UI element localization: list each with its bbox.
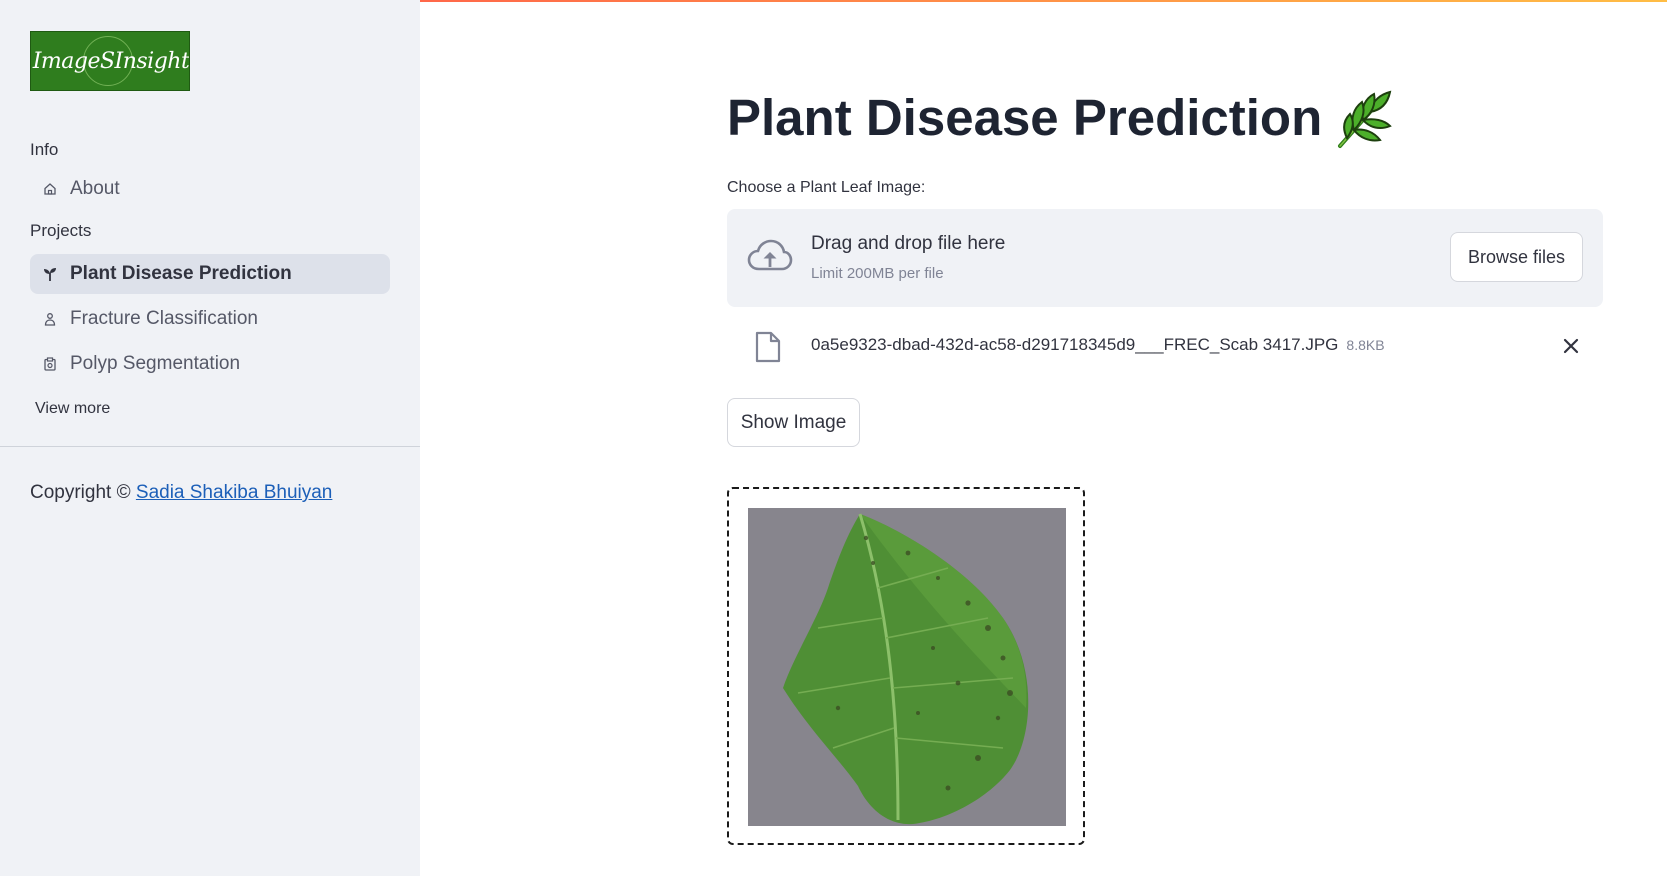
herb-emoji-icon <box>1330 88 1394 152</box>
sidebar-item-fracture-classification[interactable]: Fracture Classification <box>30 299 390 339</box>
sidebar-divider <box>0 446 420 447</box>
author-link[interactable]: Sadia Shakiba Bhuiyan <box>136 482 332 503</box>
cloud-upload-icon <box>747 237 793 277</box>
section-label-info: Info <box>30 140 59 159</box>
app-logo[interactable]: ImageSInsight <box>30 31 190 91</box>
dropzone-limit: Limit 200MB per file <box>811 265 944 282</box>
file-size: 8.8KB <box>1346 337 1385 353</box>
sidebar-item-label: Fracture Classification <box>70 308 258 329</box>
page-title: Plant Disease Prediction <box>727 89 1323 146</box>
sidebar: ImageSInsight Info About Projects Plant … <box>0 0 420 876</box>
show-image-button[interactable]: Show Image <box>727 398 860 447</box>
leaf-image <box>748 508 1066 826</box>
uploader-label: Choose a Plant Leaf Image: <box>727 179 926 196</box>
file-dropzone[interactable]: Drag and drop file here Limit 200MB per … <box>727 209 1603 307</box>
file-name: 0a5e9323-dbad-432d-ac58-d291718345d9___F… <box>811 335 1339 354</box>
dropzone-instructions: Drag and drop file here <box>811 233 1006 254</box>
uploaded-file-row: 0a5e9323-dbad-432d-ac58-d291718345d9___F… <box>727 326 1603 368</box>
browse-files-button[interactable]: Browse files <box>1450 232 1583 282</box>
plant-icon <box>42 266 58 282</box>
sidebar-item-polyp-segmentation[interactable]: Polyp Segmentation <box>30 344 390 384</box>
uploaded-file-info: 0a5e9323-dbad-432d-ac58-d291718345d9___F… <box>811 335 1385 355</box>
sidebar-item-about[interactable]: About <box>30 169 390 209</box>
remove-file-close-icon[interactable] <box>1559 334 1583 358</box>
sidebar-item-plant-disease-prediction[interactable]: Plant Disease Prediction <box>30 254 390 294</box>
file-icon <box>755 331 781 363</box>
copyright-text: Copyright © Sadia Shakiba Bhuiyan <box>30 482 332 504</box>
sidebar-item-label: About <box>70 178 120 199</box>
section-label-projects: Projects <box>30 221 92 240</box>
copyright-prefix: Copyright © <box>30 482 131 503</box>
person-icon <box>42 311 58 327</box>
view-more-link[interactable]: View more <box>35 400 110 418</box>
sidebar-item-label: Plant Disease Prediction <box>70 263 292 284</box>
logo-text: ImageSInsight <box>32 49 190 74</box>
home-icon <box>42 181 58 197</box>
clipboard-icon <box>42 356 58 372</box>
image-frame <box>727 487 1085 845</box>
sidebar-item-label: Polyp Segmentation <box>70 353 241 374</box>
